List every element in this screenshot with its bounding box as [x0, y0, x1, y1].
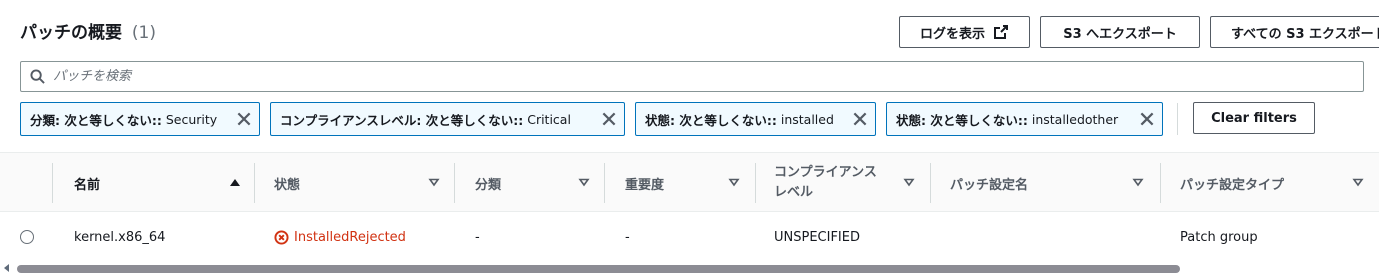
view-log-button[interactable]: ログを表示: [899, 16, 1030, 48]
cell-compliance: UNSPECIFIED: [774, 229, 860, 245]
filter-label: 状態: 次と等しくない::: [896, 112, 1028, 128]
filter-value: installedother: [1031, 111, 1119, 127]
filter-token: 状態: 次と等しくない:: installed: [635, 102, 876, 136]
column-header-baseline-name[interactable]: パッチ設定名: [950, 153, 1150, 213]
column-divider: [254, 163, 255, 203]
column-divider: [755, 163, 756, 203]
error-icon: [274, 229, 289, 245]
page-title: パッチの概要 (1): [20, 18, 156, 43]
export-s3-label: S3 へエクスポート: [1063, 26, 1177, 42]
cell-baseline-type: Patch group: [1180, 229, 1258, 245]
clear-filters-button[interactable]: Clear filters: [1193, 102, 1315, 134]
column-header-status[interactable]: 状態: [274, 153, 444, 213]
search-box[interactable]: [20, 61, 1364, 92]
column-label: パッチ設定タイプ: [1180, 177, 1285, 193]
filter-label: 状態: 次と等しくない::: [645, 112, 777, 128]
column-label: コンプライアンス レベル: [774, 165, 877, 200]
search-input[interactable]: [53, 69, 1333, 84]
external-link-icon: [994, 25, 1008, 39]
horizontal-scrollbar[interactable]: [0, 263, 1379, 274]
filter-value: Security: [165, 111, 218, 127]
column-label: 分類: [475, 177, 502, 193]
column-label: 名前: [74, 177, 101, 193]
table-row[interactable]: kernel.x86_64 InstalledRejected - - UNSP…: [0, 212, 1379, 262]
filter-token: コンプライアンスレベル: 次と等しくない:: Critical: [270, 102, 625, 136]
filter-token: 分類: 次と等しくない:: Security: [20, 102, 260, 136]
column-label: パッチ設定名: [950, 177, 1029, 193]
export-all-s3-label: すべての S3 エクスポート: [1231, 26, 1379, 42]
search-icon: [30, 69, 45, 84]
column-divider: [454, 163, 455, 203]
filter-value: installed: [780, 111, 834, 127]
column-divider: [930, 163, 931, 203]
patch-count: (1): [131, 23, 157, 43]
column-header-compliance[interactable]: コンプライアンス レベル: [774, 153, 920, 213]
export-s3-button[interactable]: S3 へエクスポート: [1040, 16, 1200, 48]
sort-icon: [428, 178, 440, 187]
remove-filter-icon[interactable]: [600, 110, 618, 128]
remove-filter-icon[interactable]: [1138, 110, 1156, 128]
remove-filter-icon[interactable]: [235, 110, 253, 128]
scroll-left-arrow-icon[interactable]: [4, 264, 9, 272]
sort-icon: [728, 178, 740, 187]
sort-icon: [1132, 178, 1144, 187]
row-select-radio[interactable]: [20, 230, 34, 244]
cell-severity: -: [625, 229, 630, 245]
column-divider: [1160, 163, 1161, 203]
scrollbar-thumb[interactable]: [17, 265, 1180, 273]
status-text: InstalledRejected: [294, 229, 406, 245]
filter-label: コンプライアンスレベル: 次と等しくない::: [280, 112, 524, 128]
clear-filters-label: Clear filters: [1211, 110, 1297, 126]
column-header-severity[interactable]: 重要度: [625, 153, 745, 213]
view-log-label: ログを表示: [919, 26, 985, 42]
table-header: 名前 状態 分類 重要度 コンプライアンス レベル パッチ設定名 パッチ設定タイ…: [0, 152, 1379, 212]
filter-label: 分類: 次と等しくない::: [30, 112, 162, 128]
cell-name: kernel.x86_64: [74, 229, 166, 245]
cell-status: InstalledRejected: [274, 212, 406, 262]
title-text: パッチの概要: [20, 23, 122, 43]
column-label: 重要度: [625, 177, 665, 193]
column-header-classification[interactable]: 分類: [475, 153, 595, 213]
column-divider: [52, 163, 53, 203]
sort-icon: [903, 178, 915, 187]
filter-token: 状態: 次と等しくない:: installedother: [886, 102, 1163, 136]
filter-value: Critical: [527, 111, 571, 127]
cell-classification: -: [475, 229, 480, 245]
sort-icon: [1352, 178, 1364, 187]
sort-icon: [578, 178, 590, 187]
export-all-s3-button[interactable]: すべての S3 エクスポート: [1210, 16, 1379, 48]
column-divider: [604, 163, 605, 203]
filter-divider: [1177, 103, 1178, 135]
column-header-name[interactable]: 名前: [74, 153, 244, 213]
column-header-baseline-type[interactable]: パッチ設定タイプ: [1180, 153, 1370, 213]
remove-filter-icon[interactable]: [851, 110, 869, 128]
column-label: 状態: [274, 177, 301, 193]
sort-ascending-icon: [230, 179, 240, 186]
